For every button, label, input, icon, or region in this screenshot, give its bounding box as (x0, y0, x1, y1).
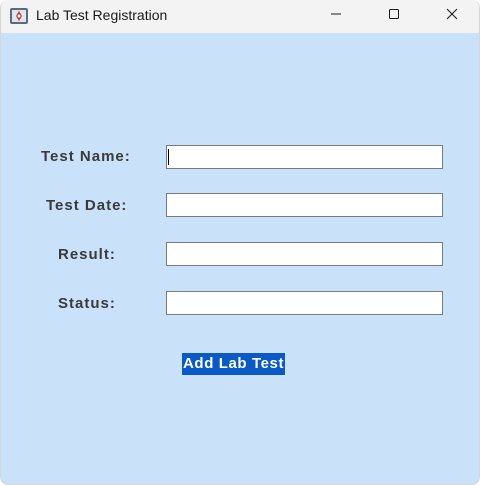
minimize-icon (330, 7, 342, 25)
java-app-icon (9, 6, 29, 26)
add-lab-test-button[interactable]: Add Lab Test (182, 353, 286, 375)
close-button[interactable] (429, 0, 475, 32)
app-window: Lab Test Registration Test Name: Test Da… (0, 0, 480, 485)
test-date-input[interactable] (166, 193, 443, 217)
test-name-label: Test Name: (41, 148, 131, 165)
test-name-input[interactable] (166, 145, 443, 169)
close-icon (446, 7, 458, 25)
result-label: Result: (58, 246, 116, 263)
title-bar[interactable]: Lab Test Registration (1, 0, 479, 33)
text-caret (168, 149, 169, 165)
maximize-icon (388, 7, 400, 25)
test-date-label: Test Date: (46, 197, 128, 214)
status-input[interactable] (166, 291, 443, 315)
minimize-button[interactable] (313, 0, 359, 32)
result-input[interactable] (166, 242, 443, 266)
status-label: Status: (58, 295, 116, 312)
window-title: Lab Test Registration (36, 7, 168, 23)
maximize-button[interactable] (371, 0, 417, 32)
